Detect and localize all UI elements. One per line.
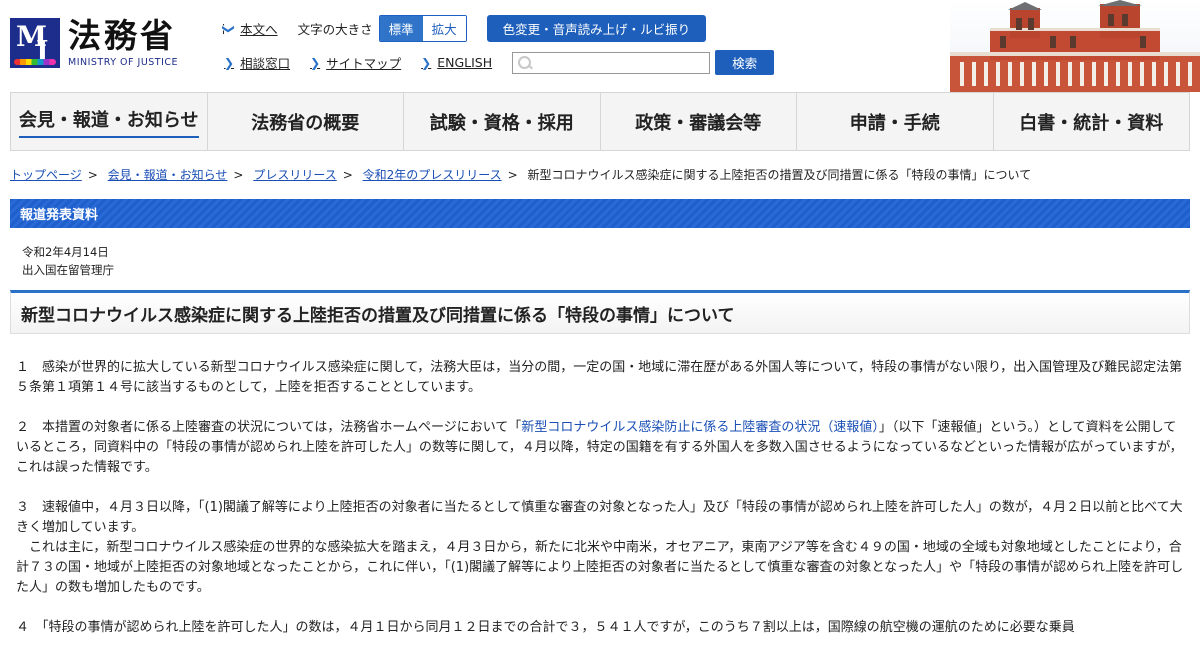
breadcrumb-separator: > bbox=[342, 168, 353, 182]
text-size-large-button[interactable]: 拡大 bbox=[422, 16, 466, 41]
header-utility-row-1: ❯ 本文へ 文字の大きさ 標準 拡大 色変更・音声読み上げ・ルビ振り bbox=[222, 15, 707, 42]
consult-link-label: 相談窓口 bbox=[240, 56, 291, 71]
nav-item-label: 会見・報道・お知らせ bbox=[18, 106, 199, 138]
press-date: 令和2年4月14日 bbox=[22, 245, 109, 259]
chevron-right-icon: ❯ bbox=[421, 55, 432, 70]
text-size-toggle: 標準 拡大 bbox=[378, 15, 467, 42]
accessibility-button[interactable]: 色変更・音声読み上げ・ルビ振り bbox=[486, 15, 707, 42]
nav-item-applications[interactable]: 申請・手続 bbox=[797, 93, 994, 150]
paragraph-4: ４ 「特段の事情が認められ上陸を許可した人」の数は，４月１日から同月１２日までの… bbox=[16, 620, 1075, 635]
breadcrumb-separator: > bbox=[507, 168, 518, 182]
nav-item-label: 試験・資格・採用 bbox=[429, 112, 574, 134]
page-title-box: 新型コロナウイルス感染症に関する上陸拒否の措置及び同措置に係る「特段の事情」につ… bbox=[10, 290, 1190, 334]
nav-item-label: 白書・統計・資料 bbox=[1019, 112, 1164, 134]
press-release-label: 報道発表資料 bbox=[20, 208, 99, 223]
english-link[interactable]: ❯ ENGLISH bbox=[421, 55, 492, 70]
breadcrumb-link-top[interactable]: トップページ bbox=[10, 168, 82, 182]
chevron-right-icon: ❯ bbox=[310, 55, 321, 70]
text-size-label: 文字の大きさ bbox=[297, 22, 373, 37]
global-nav: 会見・報道・お知らせ 法務省の概要 試験・資格・採用 政策・審議会等 申請・手続… bbox=[10, 92, 1190, 151]
nav-item-whitepapers[interactable]: 白書・統計・資料 bbox=[994, 93, 1190, 150]
nav-item-about[interactable]: 法務省の概要 bbox=[208, 93, 404, 150]
breadcrumb-current: 新型コロナウイルス感染症に関する上陸拒否の措置及び同措置に係る「特段の事情」につ… bbox=[527, 168, 1032, 182]
emblem-color-bar bbox=[14, 59, 56, 65]
logo-japanese: 法務省 bbox=[68, 16, 176, 55]
paragraph-3: ３ 速報値中，４月３日以降，「(1)閣議了解等により上陸拒否の対象者に当たるとし… bbox=[16, 500, 1183, 535]
press-agency: 出入国在留管理庁 bbox=[22, 263, 114, 277]
search-icon bbox=[518, 55, 532, 70]
chevron-right-icon: ❯ bbox=[224, 55, 235, 70]
breadcrumb-separator: > bbox=[233, 168, 244, 182]
header-utility-row-2: ❯ 相談窓口 ❯ サイトマップ ❯ ENGLISH 検索 bbox=[224, 50, 775, 75]
breadcrumb-separator: > bbox=[87, 168, 98, 182]
sitemap-link-label: サイトマップ bbox=[326, 56, 402, 71]
search-input[interactable] bbox=[512, 51, 711, 74]
skip-link-label: 本文へ bbox=[240, 22, 278, 37]
skip-to-content-link[interactable]: ❯ 本文へ bbox=[222, 19, 278, 38]
border-status-link[interactable]: 新型コロナウイルス感染防止に係る上陸審査の状況（速報値） bbox=[521, 420, 879, 435]
consult-link[interactable]: ❯ 相談窓口 bbox=[224, 53, 290, 72]
nav-item-press[interactable]: 会見・報道・お知らせ bbox=[11, 93, 208, 150]
paragraph-3-continued: これは主に，新型コロナウイルス感染症の世界的な感染拡大を踏まえ，４月３日から，新… bbox=[16, 540, 1184, 595]
press-meta: 令和2年4月14日 出入国在留管理庁 bbox=[22, 243, 114, 279]
paragraph-2-text: ２ 本措置の対象者に係る上陸審査の状況については，法務省ホームページにおいて「 bbox=[16, 420, 522, 435]
site-logo[interactable]: M J 法務省 MINISTRY OF JUSTICE bbox=[10, 18, 178, 68]
site-header: M J 法務省 MINISTRY OF JUSTICE ❯ 本文へ 文字の大きさ… bbox=[0, 0, 1200, 92]
press-release-bar: 報道発表資料 bbox=[10, 199, 1190, 228]
logo-english: MINISTRY OF JUSTICE bbox=[68, 57, 179, 68]
page-title: 新型コロナウイルス感染症に関する上陸拒否の措置及び同措置に係る「特段の事情」につ… bbox=[21, 305, 735, 326]
nav-item-label: 政策・審議会等 bbox=[635, 112, 762, 134]
breadcrumb-link-press[interactable]: 会見・報道・お知らせ bbox=[108, 168, 228, 182]
nav-item-policy[interactable]: 政策・審議会等 bbox=[601, 93, 797, 150]
nav-item-exams[interactable]: 試験・資格・採用 bbox=[404, 93, 601, 150]
paragraph-1: １ 感染が世界的に拡大している新型コロナウイルス感染症に関して，法務大臣は，当分… bbox=[16, 360, 1183, 395]
breadcrumb-link-releases[interactable]: プレスリリース bbox=[253, 168, 336, 182]
search-button[interactable]: 検索 bbox=[715, 50, 775, 75]
breadcrumb: トップページ > 会見・報道・お知らせ > プレスリリース > 令和2年のプレスリリー… bbox=[10, 166, 1031, 183]
sitemap-link[interactable]: ❯ サイトマップ bbox=[310, 53, 401, 72]
english-link-label: ENGLISH bbox=[437, 55, 493, 70]
logo-text: 法務省 MINISTRY OF JUSTICE bbox=[68, 16, 179, 69]
nav-item-label: 法務省の概要 bbox=[251, 112, 360, 134]
moj-emblem: M J bbox=[10, 18, 60, 68]
article-body: １ 感染が世界的に拡大している新型コロナウイルス感染症に関して，法務大臣は，当分… bbox=[16, 358, 1186, 658]
text-size-standard-button[interactable]: 標準 bbox=[379, 16, 423, 41]
ministry-building-image bbox=[950, 0, 1200, 92]
breadcrumb-link-reiwa2[interactable]: 令和2年のプレスリリース bbox=[363, 168, 502, 182]
chevron-down-icon: ❯ bbox=[222, 23, 237, 34]
paragraph-2: ２ 本措置の対象者に係る上陸審査の状況については，法務省ホームページにおいて「新… bbox=[16, 418, 1186, 478]
nav-item-label: 申請・手続 bbox=[849, 112, 940, 134]
